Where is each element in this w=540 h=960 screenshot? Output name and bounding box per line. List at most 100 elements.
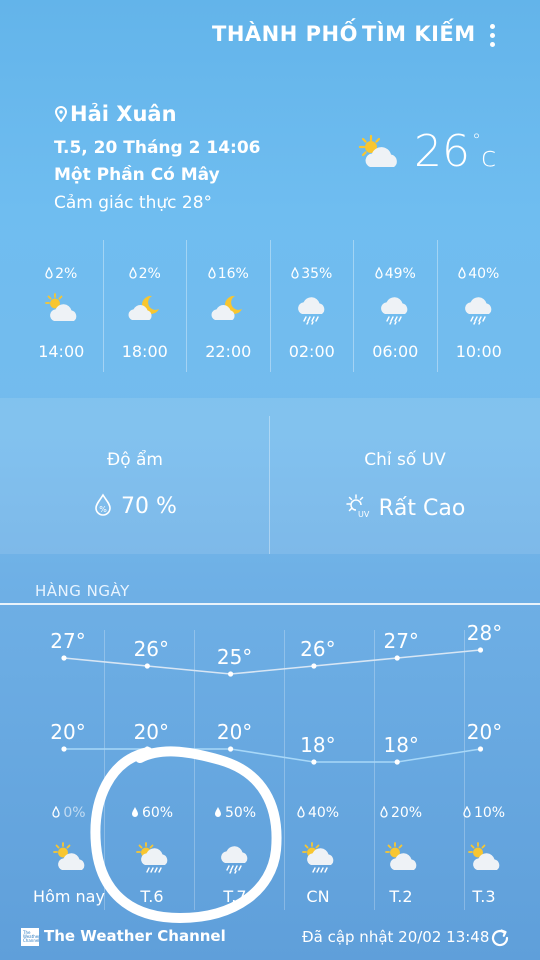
hourly-pop: 2% <box>55 266 78 282</box>
hourly-time: 22:00 <box>205 342 252 361</box>
partly-cloudy-night-icon <box>210 292 246 330</box>
hourly-pop: 40% <box>468 266 500 282</box>
low-temp-label: 20° <box>467 720 502 744</box>
sun-rain-cloud-icon <box>110 841 194 875</box>
search-button[interactable]: TÌM KIẾM <box>362 22 476 46</box>
low-temp-point <box>228 746 234 752</box>
daily-precip: 60% <box>110 805 194 825</box>
daily-item[interactable]: 50% T.7 <box>193 805 277 906</box>
uv-value: Rất Cao <box>378 496 466 521</box>
daily-pop: 50% <box>224 805 257 821</box>
hourly-item[interactable]: 35% 02:00 <box>269 240 354 372</box>
city-button[interactable]: THÀNH PHỐ <box>212 22 358 46</box>
rain-cloud-icon <box>294 292 330 330</box>
low-temp-point <box>144 746 150 752</box>
daily-precip: 10% <box>442 805 526 825</box>
daily-precip: 50% <box>193 805 277 825</box>
updated-time: Đã cập nhật 20/02 13:48 <box>302 928 490 946</box>
hourly-item[interactable]: 16% 22:00 <box>186 240 270 372</box>
svg-text:%: % <box>99 505 107 514</box>
low-temp-point <box>394 759 400 765</box>
hourly-item[interactable]: 2% 18:00 <box>102 240 187 372</box>
low-temp-label: 20° <box>50 720 85 744</box>
hourly-precip: 16% <box>187 266 270 282</box>
humidity-value-row: % 70 % <box>0 493 270 519</box>
drop-icon <box>291 266 299 279</box>
low-temp-point <box>311 759 317 765</box>
drop-icon <box>128 266 137 279</box>
daily-item[interactable]: 40% CN <box>276 805 360 906</box>
drop-icon <box>208 266 216 279</box>
weather-channel-logo[interactable]: The Weather Channel <box>21 928 40 946</box>
refresh-icon[interactable] <box>488 926 512 954</box>
footer: The Weather Channel The Weather Channel … <box>0 926 540 952</box>
daily-precip: 40% <box>276 805 360 825</box>
daily-item[interactable]: 20% T.2 <box>359 805 443 906</box>
humidity-icon: % <box>95 493 111 516</box>
daily-item[interactable]: 10% T.3 <box>442 805 526 906</box>
high-temp-label: 26° <box>300 637 335 661</box>
hourly-precip: 49% <box>354 266 437 282</box>
svg-text:UV: UV <box>358 510 370 519</box>
temperature-value: 26 <box>414 126 470 177</box>
partly-cloudy-night-icon <box>127 292 163 330</box>
high-temp-point <box>61 655 67 661</box>
current-temperature: 26 °c <box>414 126 497 177</box>
high-temp-label: 26° <box>134 637 169 661</box>
sun-rain-cloud-icon <box>276 841 360 875</box>
rain-cloud-icon <box>193 841 277 875</box>
partly-cloudy-day-icon <box>43 292 79 330</box>
daily-precip: 0% <box>27 805 111 825</box>
high-temp-point <box>228 671 234 677</box>
high-temp-line <box>63 649 481 675</box>
hourly-precip: 35% <box>271 266 354 282</box>
details-panel: Độ ẩm % 70 % Chỉ số UV UV Rất Cao <box>0 398 540 554</box>
hourly-pop: 16% <box>217 266 249 282</box>
daily-day-name: Hôm nay <box>33 887 105 906</box>
uv-sun-icon: UV <box>345 494 370 519</box>
current-datetime: T.5, 20 Tháng 2 14:06 <box>54 138 261 158</box>
low-temp-label: 18° <box>300 733 335 757</box>
hourly-forecast: 2% 14:00 2% 18:00 16% 22:00 35% 02:00 49% 06:00 40… <box>20 240 520 372</box>
hourly-time: 02:00 <box>288 342 335 361</box>
high-temp-point <box>144 663 150 669</box>
brand-name[interactable]: The Weather Channel <box>44 927 226 945</box>
hourly-precip: 2% <box>104 266 187 282</box>
uv-value-row: UV Rất Cao <box>270 493 540 521</box>
hourly-time: 06:00 <box>372 342 419 361</box>
uv-label: Chỉ số UV <box>364 450 446 470</box>
drop-icon <box>297 805 305 818</box>
hourly-precip: 40% <box>438 266 521 282</box>
top-bar: THÀNH PHỐ TÌM KIẾM <box>0 0 540 70</box>
partly-cloudy-day-icon <box>359 841 443 875</box>
daily-item[interactable]: 60% T.6 <box>110 805 194 906</box>
hourly-item[interactable]: 49% 06:00 <box>353 240 437 372</box>
temperature-graph: 27° 26° 25° 26° 27° 28° 20° 20° 20° 18° 18° 20° <box>50 621 502 765</box>
drop-icon <box>131 807 138 817</box>
daily-item[interactable]: 0% Hôm nay <box>27 805 111 906</box>
high-temp-label: 25° <box>217 645 252 669</box>
daily-pop: 60% <box>141 805 174 821</box>
logo-text: The Weather Channel <box>23 930 40 943</box>
hourly-precip: 2% <box>20 266 103 282</box>
drop-icon <box>52 805 61 818</box>
more-vert-icon[interactable] <box>487 24 497 50</box>
rain-cloud-icon <box>461 292 497 330</box>
low-temp-point <box>477 746 484 752</box>
high-temp-label: 27° <box>50 629 85 653</box>
location[interactable]: Hải Xuân <box>54 102 177 126</box>
hourly-time: 10:00 <box>455 342 502 361</box>
partly-cloudy-day-icon <box>356 133 406 177</box>
daily-section-title: HÀNG NGÀY <box>35 582 130 600</box>
daily-day-name: CN <box>306 887 330 906</box>
low-temp-label: 20° <box>217 720 252 744</box>
high-temp-point <box>311 663 317 669</box>
hourly-item[interactable]: 2% 14:00 <box>20 240 103 372</box>
location-name: Hải Xuân <box>70 102 177 126</box>
location-pin-icon <box>54 105 68 123</box>
hourly-item[interactable]: 40% 10:00 <box>436 240 521 372</box>
drop-icon <box>45 266 53 279</box>
hourly-pop: 2% <box>138 266 161 282</box>
daily-pop: 20% <box>390 805 423 821</box>
low-temp-label: 20° <box>134 720 169 744</box>
